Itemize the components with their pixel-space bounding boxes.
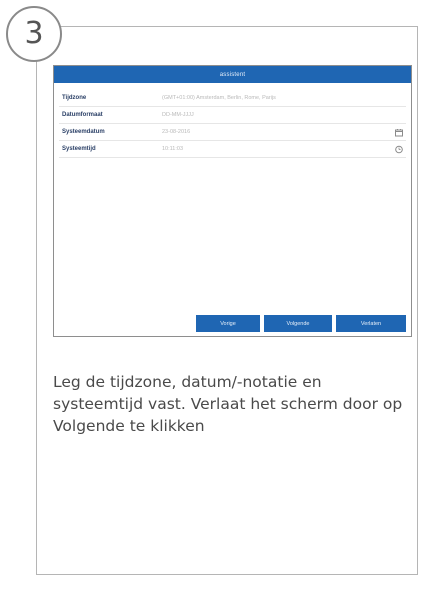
wizard-titlebar: assistent xyxy=(54,66,411,83)
calendar-icon[interactable] xyxy=(394,128,403,137)
clock-icon[interactable] xyxy=(394,145,403,154)
settings-list: Tijdzone (GMT+01:00) Amsterdam, Berlin, … xyxy=(59,90,406,158)
exit-button[interactable]: Verlaten xyxy=(336,315,406,332)
date-format-label: Datumformaat xyxy=(62,112,103,118)
previous-button[interactable]: Vorige xyxy=(196,315,260,332)
date-format-value[interactable]: DD-MM-JJJJ xyxy=(162,112,194,118)
setting-row-system-time[interactable]: Systeemtijd 10:11:03 xyxy=(59,141,406,158)
system-time-label: Systeemtijd xyxy=(62,146,96,152)
setting-row-date-format[interactable]: Datumformaat DD-MM-JJJJ xyxy=(59,107,406,124)
wizard-screenshot: assistent Tijdzone (GMT+01:00) Amsterdam… xyxy=(53,65,412,337)
next-button[interactable]: Volgende xyxy=(264,315,332,332)
system-date-label: Systeemdatum xyxy=(62,129,105,135)
instruction-caption: Leg de tijdzone, datum/-notatie en syste… xyxy=(53,373,403,435)
instruction-page: 3 assistent Tijdzone (GMT+01:00) Amsterd… xyxy=(0,0,429,592)
setting-row-timezone[interactable]: Tijdzone (GMT+01:00) Amsterdam, Berlin, … xyxy=(59,90,406,107)
system-time-value[interactable]: 10:11:03 xyxy=(162,146,183,152)
timezone-value[interactable]: (GMT+01:00) Amsterdam, Berlin, Rome, Par… xyxy=(162,95,276,101)
timezone-label: Tijdzone xyxy=(62,95,87,101)
setting-row-system-date[interactable]: Systeemdatum 23-08-2016 xyxy=(59,124,406,141)
wizard-button-bar: Vorige Volgende Verlaten xyxy=(196,315,406,332)
step-number-badge: 3 xyxy=(6,6,62,62)
system-date-value[interactable]: 23-08-2016 xyxy=(162,129,190,135)
